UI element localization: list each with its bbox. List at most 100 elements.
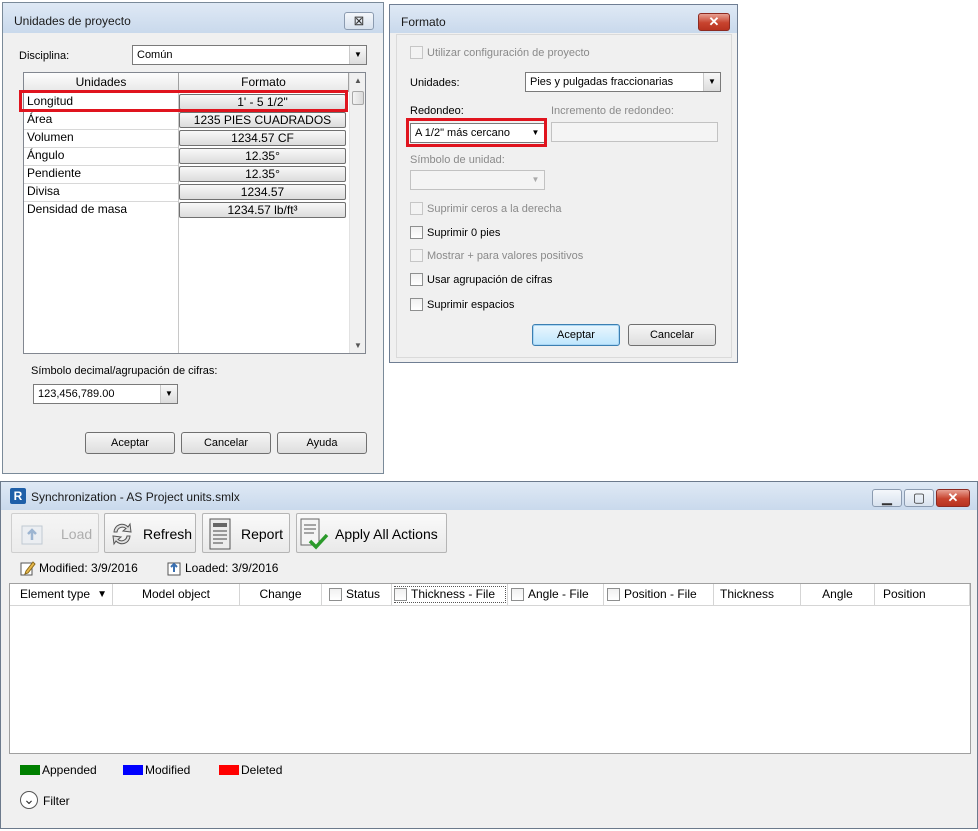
scroll-down-icon[interactable]: ▼	[350, 338, 365, 353]
format-dialog-body: Utilizar configuración de proyecto Unida…	[396, 34, 732, 358]
unit-symbol-select[interactable]: ▼	[410, 170, 545, 190]
vertical-scrollbar[interactable]: ▲ ▼	[349, 73, 365, 353]
units-row[interactable]: Área 1235 PIES CUADRADOS	[24, 111, 348, 129]
help-button[interactable]: Ayuda	[277, 432, 367, 454]
column-label: Model object	[141, 587, 211, 601]
units-row[interactable]: Divisa 1234.57	[24, 183, 348, 201]
status-checkbox[interactable]	[329, 588, 342, 601]
column-header-change[interactable]: Change	[240, 584, 322, 605]
units-row[interactable]: Volumen 1234.57 CF	[24, 129, 348, 147]
cancel-button[interactable]: Cancelar	[181, 432, 271, 454]
ok-button[interactable]: Aceptar	[85, 432, 175, 454]
unit-name: Ángulo	[27, 148, 65, 162]
highlight-box	[19, 90, 348, 112]
column-label: Thickness - File	[411, 587, 496, 601]
digit-grouping-label: Usar agrupación de cifras	[427, 274, 553, 286]
thickness-file-checkbox[interactable]	[394, 588, 407, 601]
sync-window: R Synchronization - AS Project units.sml…	[0, 481, 978, 829]
angle-file-checkbox[interactable]	[511, 588, 524, 601]
units-dialog-title: Unidades de proyecto	[14, 14, 131, 28]
units-row[interactable]: Ángulo 12.35°	[24, 147, 348, 165]
show-plus-label: Mostrar + para valores positivos	[427, 250, 584, 262]
close-button[interactable]: ✕	[698, 13, 730, 31]
format-dialog: Formato ✕ Utilizar configuración de proy…	[389, 4, 738, 363]
deleted-swatch	[219, 765, 239, 775]
load-icon	[21, 525, 43, 545]
column-header-angle[interactable]: Angle	[801, 584, 875, 605]
deleted-label: Deleted	[241, 763, 283, 777]
suppress-spaces-label: Suprimir espacios	[427, 299, 515, 311]
increment-label: Incremento de redondeo:	[551, 105, 674, 117]
discipline-select[interactable]: Común ▼	[132, 45, 367, 65]
units-label: Unidades:	[410, 77, 460, 89]
maximize-icon: ▢	[912, 490, 926, 505]
minimize-button[interactable]: ▁	[872, 489, 902, 507]
column-header-model-object[interactable]: Model object	[113, 584, 240, 605]
loaded-icon	[167, 562, 181, 576]
suppress-trailing-checkbox[interactable]	[410, 202, 423, 215]
load-label: Load	[61, 526, 93, 542]
column-header-status[interactable]: Status	[322, 584, 392, 605]
digit-grouping-checkbox[interactable]	[410, 273, 423, 286]
units-row[interactable]: Densidad de masa 1234.57 lb/ft³	[24, 201, 348, 219]
suppress-zero-feet-checkbox[interactable]	[410, 226, 423, 239]
format-button[interactable]: 12.35°	[179, 166, 346, 182]
unit-name: Volumen	[27, 130, 74, 144]
discipline-label: Disciplina:	[19, 50, 70, 62]
ok-button[interactable]: Aceptar	[532, 324, 620, 346]
column-header-position-file[interactable]: Position - File	[604, 584, 714, 605]
refresh-button[interactable]: Refresh	[104, 513, 196, 553]
increment-input[interactable]	[551, 122, 718, 142]
report-icon	[209, 518, 231, 550]
units-value: Pies y pulgadas fraccionarias	[530, 76, 674, 88]
unit-name: Área	[27, 112, 53, 126]
column-header-element-type[interactable]: Element type ▼	[10, 584, 113, 605]
format-button[interactable]: 1234.57 CF	[179, 130, 346, 146]
unit-name: Densidad de masa	[27, 202, 128, 216]
column-label: Angle - File	[528, 587, 589, 601]
column-label: Angle	[822, 587, 853, 601]
show-plus-checkbox[interactable]	[410, 249, 423, 262]
format-button[interactable]: 1235 PIES CUADRADOS	[179, 112, 346, 128]
modified-date: Modified: 3/9/2016	[39, 561, 138, 575]
expand-circle-icon: ⌄	[20, 791, 38, 809]
filter-toggle[interactable]: ⌄ Filter	[20, 791, 100, 811]
column-label: Change	[259, 587, 302, 601]
loaded-date: Loaded: 3/9/2016	[185, 561, 279, 575]
sort-down-icon[interactable]: ▼	[97, 584, 107, 605]
suppress-zero-feet-label: Suprimir 0 pies	[427, 227, 501, 239]
column-header-thickness-file[interactable]: Thickness - File	[392, 584, 508, 605]
use-project-checkbox[interactable]	[410, 46, 423, 59]
suppress-spaces-checkbox[interactable]	[410, 298, 423, 311]
format-button[interactable]: 12.35°	[179, 148, 346, 164]
column-header-angle-file[interactable]: Angle - File	[508, 584, 604, 605]
scroll-up-icon[interactable]: ▲	[350, 73, 365, 89]
column-header-thickness[interactable]: Thickness	[714, 584, 801, 605]
maximize-button[interactable]: ▢	[904, 489, 934, 507]
cancel-button[interactable]: Cancelar	[628, 324, 716, 346]
report-button[interactable]: Report	[202, 513, 290, 553]
units-row[interactable]: Pendiente 12.35°	[24, 165, 348, 183]
format-button[interactable]: 1234.57	[179, 184, 346, 200]
scroll-thumb[interactable]	[352, 91, 364, 105]
units-select[interactable]: Pies y pulgadas fraccionarias ▼	[525, 72, 721, 92]
position-file-checkbox[interactable]	[607, 588, 620, 601]
decimal-symbol-select[interactable]: 123,456,789.00 ▼	[33, 384, 178, 404]
close-icon: ✕	[947, 490, 959, 505]
format-dialog-title: Formato	[401, 15, 446, 29]
column-header-position[interactable]: Position	[875, 584, 970, 605]
apply-actions-icon	[300, 518, 329, 550]
load-button[interactable]: Load	[11, 513, 99, 553]
format-button[interactable]: 1234.57 lb/ft³	[179, 202, 346, 218]
close-button[interactable]: ⊠	[344, 12, 374, 30]
column-label: Position - File	[624, 587, 697, 601]
apply-all-actions-button[interactable]: Apply All Actions	[296, 513, 447, 553]
decimal-symbol-value: 123,456,789.00	[38, 388, 115, 400]
unit-name: Pendiente	[27, 166, 82, 180]
filter-label: Filter	[43, 794, 70, 808]
chevron-down-icon: ▼	[160, 385, 177, 403]
chevron-down-icon: ⌄	[23, 791, 35, 807]
close-button[interactable]: ✕	[936, 489, 970, 507]
close-icon: ⊠	[353, 13, 365, 28]
appended-label: Appended	[42, 763, 97, 777]
